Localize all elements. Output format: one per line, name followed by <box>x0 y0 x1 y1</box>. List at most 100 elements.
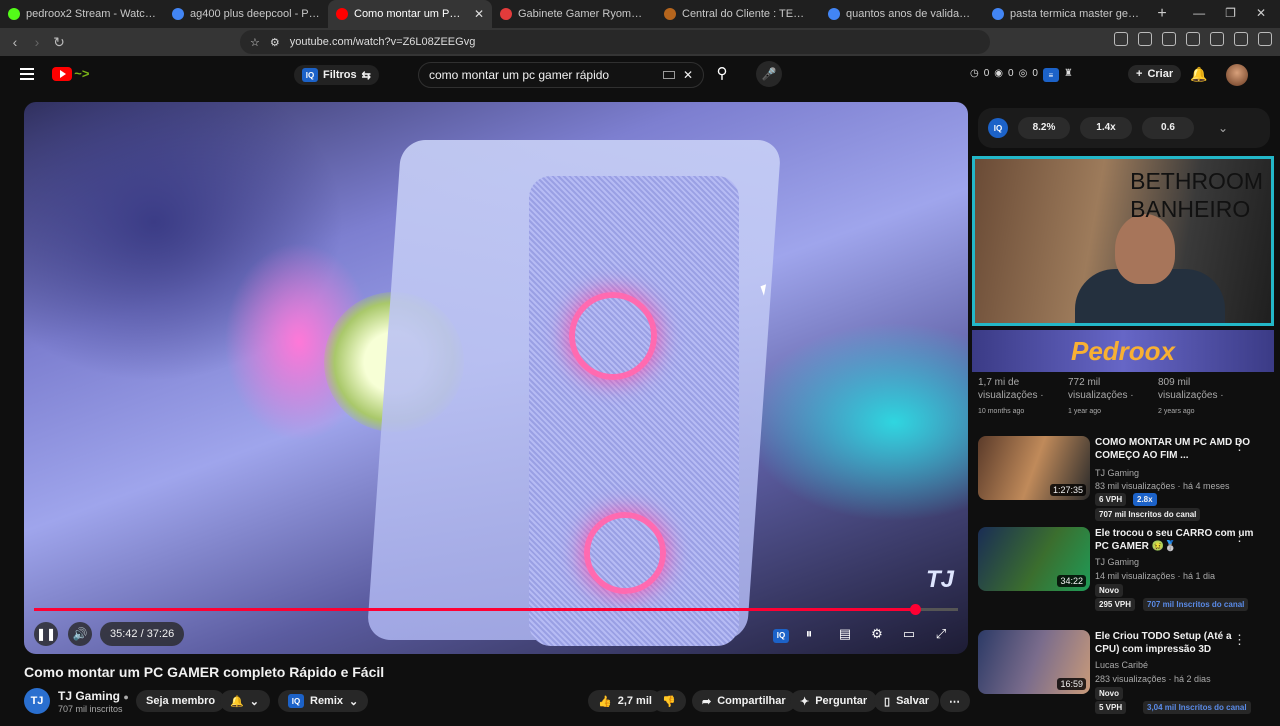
channel-name[interactable]: TJ Gaming <box>1095 468 1139 478</box>
tab-title: Gabinete Gamer Ryomaru Ninja 3 Fa <box>518 8 648 20</box>
extension-icon[interactable] <box>1138 32 1152 46</box>
video-thumbnail[interactable]: 1:27:35 <box>978 436 1090 500</box>
thumbs-down-icon: 👎 <box>662 695 676 708</box>
user-avatar[interactable] <box>1226 64 1248 86</box>
subtitles-icon[interactable]: ▤ <box>836 626 854 642</box>
channel-name[interactable]: TJ Gaming <box>1095 557 1139 567</box>
join-button[interactable]: Seja membro <box>136 690 226 712</box>
channel-watermark[interactable]: TJ <box>926 566 954 594</box>
fullscreen-icon[interactable]: ⤢ <box>932 626 950 642</box>
tab-kick[interactable]: pedroox2 Stream - Watch Live o <box>0 0 164 28</box>
video-title[interactable]: Ele trocou o seu CARRO com um PC GAMER 🤢… <box>1095 527 1255 553</box>
bookmark-icon[interactable]: ☆ <box>250 36 260 49</box>
forward-icon[interactable]: › <box>26 34 48 50</box>
ask-button[interactable]: ✦ Perguntar <box>790 690 878 712</box>
tab-youtube-active[interactable]: Como montar um PC GAMER ✕ <box>328 0 492 28</box>
channel-name[interactable]: Lucas Caribé <box>1095 660 1148 670</box>
tab-gabinete[interactable]: Gabinete Gamer Ryomaru Ninja 3 Fa <box>492 0 656 28</box>
create-button[interactable]: + Criar <box>1128 65 1182 83</box>
more-options-icon[interactable]: ⋮ <box>1233 632 1246 648</box>
close-tab-icon[interactable]: ✕ <box>474 7 484 21</box>
channel-subs-badge: 3,04 mil Inscritos do canal <box>1143 701 1251 714</box>
webcam-caption: BETHROOM BANHEIRO <box>1130 167 1263 223</box>
url-field[interactable]: ☆ ⚙ youtube.com/watch?v=Z6L08ZEEGvg <box>240 30 990 54</box>
google-icon <box>828 8 840 20</box>
recommended-video[interactable]: 16:59 Ele Criou TODO Setup (Até a CPU) c… <box>978 630 1272 726</box>
share-button[interactable]: ➦ Compartilhar <box>692 690 796 712</box>
dislike-button[interactable]: 👎 <box>652 690 686 712</box>
volume-icon[interactable]: 🔊 <box>68 622 92 646</box>
progress-fill <box>34 608 916 611</box>
save-button[interactable]: ▯ Salvar <box>874 690 940 712</box>
more-options-icon[interactable]: ⋮ <box>1233 438 1246 454</box>
tab-title: ag400 plus deepcool - Pesquisa Go <box>190 8 320 20</box>
more-actions-button[interactable]: ⋯ <box>940 690 970 712</box>
shield-icon[interactable] <box>1234 32 1248 46</box>
close-window-icon[interactable]: ✕ <box>1256 6 1266 20</box>
iq-icon: IQ <box>288 694 304 708</box>
youtube-logo[interactable] <box>52 67 72 81</box>
minimize-icon[interactable]: — <box>1193 6 1205 20</box>
settings-gear-icon[interactable]: ⚙ <box>868 626 886 642</box>
vph-badge: 295 VPH <box>1095 598 1136 611</box>
channel-avatar[interactable]: TJ <box>24 688 50 714</box>
restore-icon[interactable]: ❐ <box>1225 6 1236 20</box>
filters-button[interactable]: IQ Filtros ⇆ <box>294 65 379 85</box>
tab-google-pasta[interactable]: pasta termica master gel maker - Pe <box>984 0 1148 28</box>
recommended-video[interactable]: 34:22 Ele trocou o seu CARRO com um PC G… <box>978 527 1272 623</box>
back-icon[interactable]: ‹ <box>4 34 26 50</box>
video-thumbnail[interactable]: 16:59 <box>978 630 1090 694</box>
wallet-icon[interactable] <box>1210 32 1224 46</box>
search-icon[interactable]: ⚲ <box>710 64 734 86</box>
pause-icon[interactable]: ❚❚ <box>34 622 58 646</box>
extension-icon[interactable] <box>1114 32 1128 46</box>
tab-terabyte[interactable]: Central do Cliente : TERABYTE <box>656 0 820 28</box>
channel-subs-badge: 707 mil Inscritos do canal <box>1143 598 1249 611</box>
video-title[interactable]: Ele Criou TODO Setup (Até a CPU) com imp… <box>1095 630 1255 656</box>
notifications-bell-icon[interactable]: 🔔 <box>1190 66 1207 83</box>
tab-google-ag400[interactable]: ag400 plus deepcool - Pesquisa Go <box>164 0 328 28</box>
streamer-webcam-overlay: BETHROOM BANHEIRO <box>972 156 1274 326</box>
bell-icon: 🔔 <box>230 695 244 708</box>
remix-button[interactable]: IQ Remix ⌄ <box>278 690 369 712</box>
iq-player-icon[interactable]: IQ <box>772 626 790 643</box>
video-player[interactable]: TJ ❚❚ 🔊 35:42 / 37:26 IQ ⏸ ▤ ⚙ ▭ ⤢ <box>24 102 968 654</box>
sidebar-icon[interactable] <box>1186 32 1200 46</box>
tab-google-validade[interactable]: quantos anos de validade tem uma <box>820 0 984 28</box>
recommended-video[interactable]: 1:27:35 COMO MONTAR UM PC AMD DO COMEÇO … <box>978 436 1272 532</box>
new-badge: Novo <box>1095 687 1123 700</box>
keyboard-icon[interactable] <box>662 71 675 79</box>
caption-line: BANHEIRO <box>1130 196 1251 222</box>
thumbs-up-icon: 👍 <box>598 695 612 708</box>
more-options-icon[interactable]: ⋮ <box>1233 529 1246 545</box>
sliders-icon: ⇆ <box>361 69 371 82</box>
subscribed-bell-button[interactable]: 🔔 ⌄ <box>220 690 270 712</box>
mini-views: 809 mil visualizações · <box>1158 377 1224 401</box>
music-icon[interactable] <box>1162 32 1176 46</box>
like-button[interactable]: 👍 2,7 mil <box>588 690 662 712</box>
plus-icon: + <box>1136 68 1143 80</box>
autoplay-toggle-icon[interactable]: ⏸ <box>800 626 818 642</box>
tab-title: Central do Cliente : TERABYTE <box>682 8 812 20</box>
url-text: youtube.com/watch?v=Z6L08ZEEGvg <box>289 36 476 48</box>
clear-search-icon[interactable]: ✕ <box>683 68 693 82</box>
new-tab-button[interactable]: + <box>1148 0 1176 28</box>
reload-icon[interactable]: ↻ <box>48 34 70 51</box>
search-input[interactable]: como montar um pc gamer rápido ✕ <box>418 62 704 88</box>
theater-mode-icon[interactable]: ▭ <box>900 626 918 642</box>
tab-title: Como montar um PC GAMER <box>354 8 468 20</box>
chevron-down-icon[interactable]: ⌄ <box>1218 121 1228 135</box>
video-thumbnail[interactable]: 34:22 <box>978 527 1090 591</box>
channel-name[interactable]: TJ Gaming ● <box>58 689 129 703</box>
site-info-icon[interactable]: ⚙ <box>270 36 280 49</box>
menu-icon[interactable] <box>1258 32 1272 46</box>
hamburger-menu-icon[interactable] <box>20 68 34 80</box>
video-title[interactable]: COMO MONTAR UM PC AMD DO COMEÇO AO FIM .… <box>1095 436 1255 462</box>
progress-bar[interactable] <box>34 604 958 615</box>
trophy-icon[interactable]: ♜ <box>1064 68 1073 82</box>
microphone-icon[interactable]: 🎤 <box>756 61 782 87</box>
iq-list-icon[interactable]: ≡ <box>1042 68 1059 82</box>
youtube-header: ~> IQ Filtros ⇆ como montar um pc gamer rá… <box>0 56 1280 94</box>
duration-badge: 1:27:35 <box>1049 484 1086 496</box>
scrubber-handle[interactable] <box>910 604 922 615</box>
